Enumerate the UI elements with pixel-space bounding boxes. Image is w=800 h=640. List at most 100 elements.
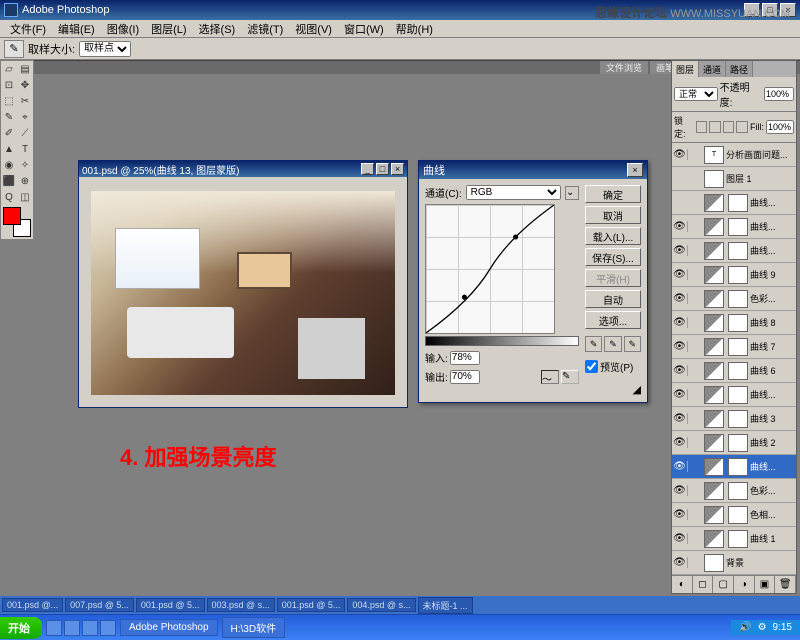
mask-thumb[interactable]	[728, 242, 748, 260]
tool-button[interactable]: ✧	[17, 157, 33, 173]
layer-thumb[interactable]	[704, 362, 724, 380]
white-dropper-icon[interactable]: ✎	[624, 336, 641, 352]
menu-item[interactable]: 文件(F)	[4, 21, 52, 37]
visibility-icon[interactable]: 👁	[672, 485, 688, 496]
tool-button[interactable]: ⬚	[1, 93, 17, 109]
options-button[interactable]: 选项...	[585, 311, 641, 329]
layer-row[interactable]: 👁曲线 2	[672, 431, 796, 455]
tab-paths[interactable]: 路径	[726, 61, 753, 77]
sample-size-select[interactable]: 取样点	[79, 41, 131, 57]
cancel-button[interactable]: 取消	[585, 206, 641, 224]
layer-row[interactable]: 👁曲线...	[672, 239, 796, 263]
lock-move-icon[interactable]	[723, 121, 735, 133]
layer-thumb[interactable]	[704, 218, 724, 236]
visibility-icon[interactable]: 👁	[672, 533, 688, 544]
start-button[interactable]: 开始	[0, 617, 42, 639]
tray-icon[interactable]: ⚙	[758, 622, 767, 633]
opacity-field[interactable]	[764, 87, 794, 101]
load-button[interactable]: 载入(L)...	[585, 227, 641, 245]
visibility-icon[interactable]: 👁	[672, 269, 688, 280]
tool-button[interactable]: ◉	[1, 157, 17, 173]
menu-item[interactable]: 窗口(W)	[338, 21, 390, 37]
layer-row[interactable]: 👁曲线 6	[672, 359, 796, 383]
ql-icon[interactable]	[64, 620, 80, 636]
layer-thumb[interactable]	[704, 170, 724, 188]
visibility-icon[interactable]: 👁	[672, 341, 688, 352]
tray-icon[interactable]: 🔊	[739, 622, 751, 633]
visibility-icon[interactable]: 👁	[672, 293, 688, 304]
gray-dropper-icon[interactable]: ✎	[604, 336, 621, 352]
input-field[interactable]	[450, 351, 480, 365]
menu-item[interactable]: 帮助(H)	[390, 21, 439, 37]
tool-button[interactable]: ✐	[1, 125, 17, 141]
canvas[interactable]	[79, 177, 407, 407]
doc-tab[interactable]: 001.psd @...	[2, 598, 63, 612]
tool-button[interactable]: ✂	[17, 93, 33, 109]
gradient-bar[interactable]	[425, 336, 579, 346]
eyedropper-icon[interactable]: ✎	[4, 40, 24, 58]
curves-close-button[interactable]: ×	[627, 163, 643, 177]
layer-thumb[interactable]	[704, 530, 724, 548]
tab-channels[interactable]: 通道	[699, 61, 726, 77]
curves-titlebar[interactable]: 曲线×	[419, 161, 647, 179]
tool-button[interactable]: ⬛	[1, 173, 17, 189]
doc-tab[interactable]: 001.psd @ 5...	[136, 598, 205, 612]
layer-row[interactable]: 👁T分析画面问题...	[672, 143, 796, 167]
lock-paint-icon[interactable]	[709, 121, 721, 133]
doc-min-button[interactable]: _	[361, 163, 374, 175]
visibility-icon[interactable]: 👁	[672, 461, 688, 472]
tool-button[interactable]: T	[17, 141, 33, 157]
doc-tab[interactable]: 007.psd @ 5...	[65, 598, 134, 612]
menu-item[interactable]: 图像(I)	[101, 21, 145, 37]
visibility-icon[interactable]: 👁	[672, 557, 688, 568]
layer-set-icon[interactable]: ▢	[713, 576, 734, 593]
layer-row[interactable]: 👁色彩...	[672, 479, 796, 503]
layer-thumb[interactable]	[704, 506, 724, 524]
mask-thumb[interactable]	[728, 218, 748, 236]
preview-checkbox[interactable]: 预览(P)	[585, 359, 641, 374]
mask-thumb[interactable]	[728, 530, 748, 548]
visibility-icon[interactable]: 👁	[672, 317, 688, 328]
layer-thumb[interactable]	[704, 434, 724, 452]
mask-thumb[interactable]	[728, 458, 748, 476]
layer-thumb[interactable]	[704, 338, 724, 356]
doc-tab[interactable]: 003.psd @ s...	[207, 598, 275, 612]
menu-item[interactable]: 滤镜(T)	[241, 21, 289, 37]
tool-button[interactable]: ✥	[17, 77, 33, 93]
layer-thumb[interactable]	[704, 410, 724, 428]
mask-thumb[interactable]	[728, 290, 748, 308]
tool-button[interactable]: ▤	[17, 61, 33, 77]
layer-thumb[interactable]	[704, 482, 724, 500]
curve-grid[interactable]	[425, 204, 555, 334]
visibility-icon[interactable]: 👁	[672, 149, 688, 160]
layer-row[interactable]: 👁曲线 1	[672, 527, 796, 551]
mask-thumb[interactable]	[728, 506, 748, 524]
menu-item[interactable]: 图层(L)	[145, 21, 192, 37]
resize-grip-icon[interactable]: ◢	[585, 383, 641, 396]
layer-thumb[interactable]	[704, 458, 724, 476]
layer-thumb[interactable]	[704, 386, 724, 404]
layer-thumb[interactable]	[704, 242, 724, 260]
visibility-icon[interactable]: 👁	[672, 413, 688, 424]
doc-close-button[interactable]: ×	[391, 163, 404, 175]
save-button[interactable]: 保存(S)...	[585, 248, 641, 266]
layer-row[interactable]: 曲线...	[672, 191, 796, 215]
mask-thumb[interactable]	[728, 362, 748, 380]
layer-row[interactable]: 👁曲线...	[672, 455, 796, 479]
mask-thumb[interactable]	[728, 314, 748, 332]
layer-row[interactable]: 👁曲线...	[672, 383, 796, 407]
layer-thumb[interactable]	[704, 554, 724, 572]
tool-button[interactable]: ⟋	[17, 125, 33, 141]
mask-thumb[interactable]	[728, 194, 748, 212]
menu-item[interactable]: 视图(V)	[289, 21, 338, 37]
fill-field[interactable]	[766, 120, 794, 134]
blend-mode-select[interactable]: 正常	[674, 87, 718, 101]
doc-tab[interactable]: 004.psd @ s...	[347, 598, 415, 612]
tool-button[interactable]: ⊡	[1, 77, 17, 93]
layer-thumb[interactable]	[704, 290, 724, 308]
tool-button[interactable]: ✎	[1, 109, 17, 125]
layer-style-icon[interactable]: ◐	[672, 576, 693, 593]
mask-thumb[interactable]	[728, 266, 748, 284]
layer-row[interactable]: 👁曲线 8	[672, 311, 796, 335]
layer-mask-icon[interactable]: ◻	[693, 576, 714, 593]
